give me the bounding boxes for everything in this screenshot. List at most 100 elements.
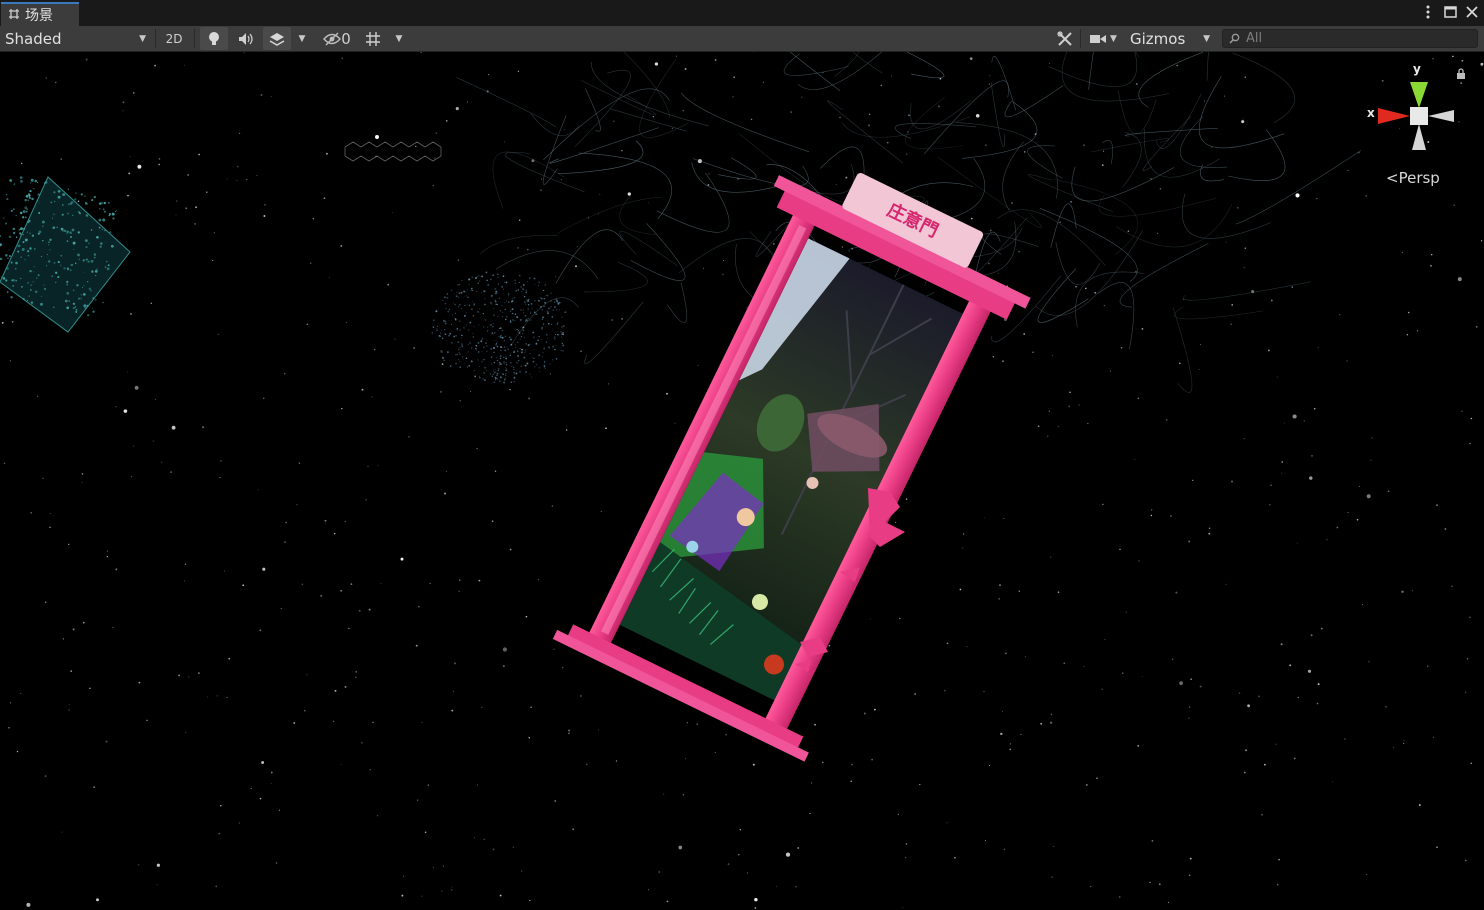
particle (439, 335, 442, 338)
star (1316, 702, 1319, 705)
effects-dropdown[interactable]: ▼ (292, 27, 312, 50)
particle (494, 371, 496, 374)
star (1127, 230, 1130, 233)
particle (541, 297, 543, 300)
strand (496, 250, 599, 279)
star (567, 732, 570, 735)
particle (522, 332, 524, 334)
particle (10, 209, 13, 212)
star (1040, 722, 1043, 725)
2d-toggle-button[interactable]: 2D (160, 27, 188, 50)
particle (522, 288, 525, 291)
gizmos-dropdown[interactable]: Gizmos ▼ (1126, 27, 1216, 50)
particle (507, 348, 510, 351)
particle (20, 277, 22, 280)
star (333, 720, 335, 722)
strand (1232, 52, 1295, 123)
star (44, 601, 47, 603)
effects-toggle-button[interactable] (263, 27, 291, 50)
star (284, 372, 286, 375)
particle (467, 343, 469, 345)
neg-y-axis-cone-icon[interactable] (1412, 124, 1426, 150)
particle (446, 293, 449, 295)
lighting-toggle-button[interactable] (200, 27, 228, 50)
particle (460, 291, 463, 294)
star (1261, 813, 1263, 816)
star (129, 156, 131, 158)
hidden-count: 0 (341, 29, 351, 48)
maximize-icon[interactable] (1442, 3, 1458, 21)
particle (15, 261, 18, 265)
center-cube-icon[interactable] (1410, 107, 1428, 125)
star (1011, 202, 1013, 204)
star (970, 217, 973, 220)
star (194, 223, 196, 225)
particle (499, 357, 502, 360)
star (868, 124, 871, 127)
particle (103, 208, 105, 210)
particle (493, 381, 495, 384)
caret-down-icon: ▼ (395, 33, 403, 44)
particle (481, 351, 483, 353)
star (563, 129, 565, 131)
grid-dropdown[interactable]: ▼ (389, 27, 409, 50)
particle (80, 297, 83, 300)
star (473, 837, 476, 839)
star (127, 194, 129, 197)
particle (468, 304, 471, 306)
projection-toggle[interactable]: <Persp (1386, 169, 1440, 187)
tab-scene[interactable]: 场景 (1, 2, 79, 26)
star (525, 615, 528, 618)
star (1085, 287, 1087, 290)
lock-icon[interactable] (1456, 68, 1466, 80)
particle (463, 290, 465, 293)
camera-settings-dropdown[interactable]: ▼ (1084, 27, 1122, 50)
star (762, 81, 764, 83)
particle (78, 258, 81, 261)
star (1190, 678, 1192, 680)
scene-viewport[interactable]: 庄意門 y x <Persp (0, 52, 1484, 910)
particle (520, 291, 523, 293)
particle (104, 229, 106, 232)
particle (473, 326, 475, 328)
particle (556, 300, 559, 303)
particle (501, 336, 504, 339)
star (540, 189, 542, 191)
star (529, 899, 531, 902)
particle-cube (0, 176, 131, 333)
scene-visibility-toggle[interactable]: 0 (318, 27, 356, 50)
search-field[interactable] (1222, 29, 1478, 48)
particle (541, 318, 543, 321)
particle (551, 359, 554, 361)
draw-mode-dropdown[interactable]: Shaded ▼ (0, 27, 152, 50)
strand (583, 261, 648, 293)
particle (457, 359, 460, 361)
particle (29, 190, 32, 193)
particle (499, 362, 501, 364)
star (894, 521, 897, 524)
star (1469, 442, 1471, 445)
star (341, 407, 343, 410)
star (652, 115, 655, 118)
neg-x-axis-cone-icon[interactable] (1428, 110, 1454, 122)
close-icon[interactable] (1464, 3, 1480, 21)
particle (540, 297, 542, 299)
more-icon[interactable] (1420, 3, 1436, 21)
search-input[interactable] (1246, 31, 1466, 46)
star (394, 338, 396, 340)
particle (55, 271, 58, 274)
star (553, 648, 555, 651)
particle (493, 331, 496, 334)
x-axis-cone-icon[interactable] (1378, 108, 1410, 124)
particle (31, 197, 34, 201)
star (1320, 627, 1323, 630)
audio-toggle-button[interactable] (232, 27, 260, 50)
particle (547, 322, 550, 325)
star (1230, 323, 1232, 325)
star (613, 120, 615, 122)
grid-toggle-button[interactable] (360, 27, 386, 50)
tools-button[interactable] (1052, 27, 1078, 50)
y-axis-cone-icon[interactable] (1410, 82, 1428, 108)
particle (527, 304, 530, 306)
particle (520, 336, 523, 338)
